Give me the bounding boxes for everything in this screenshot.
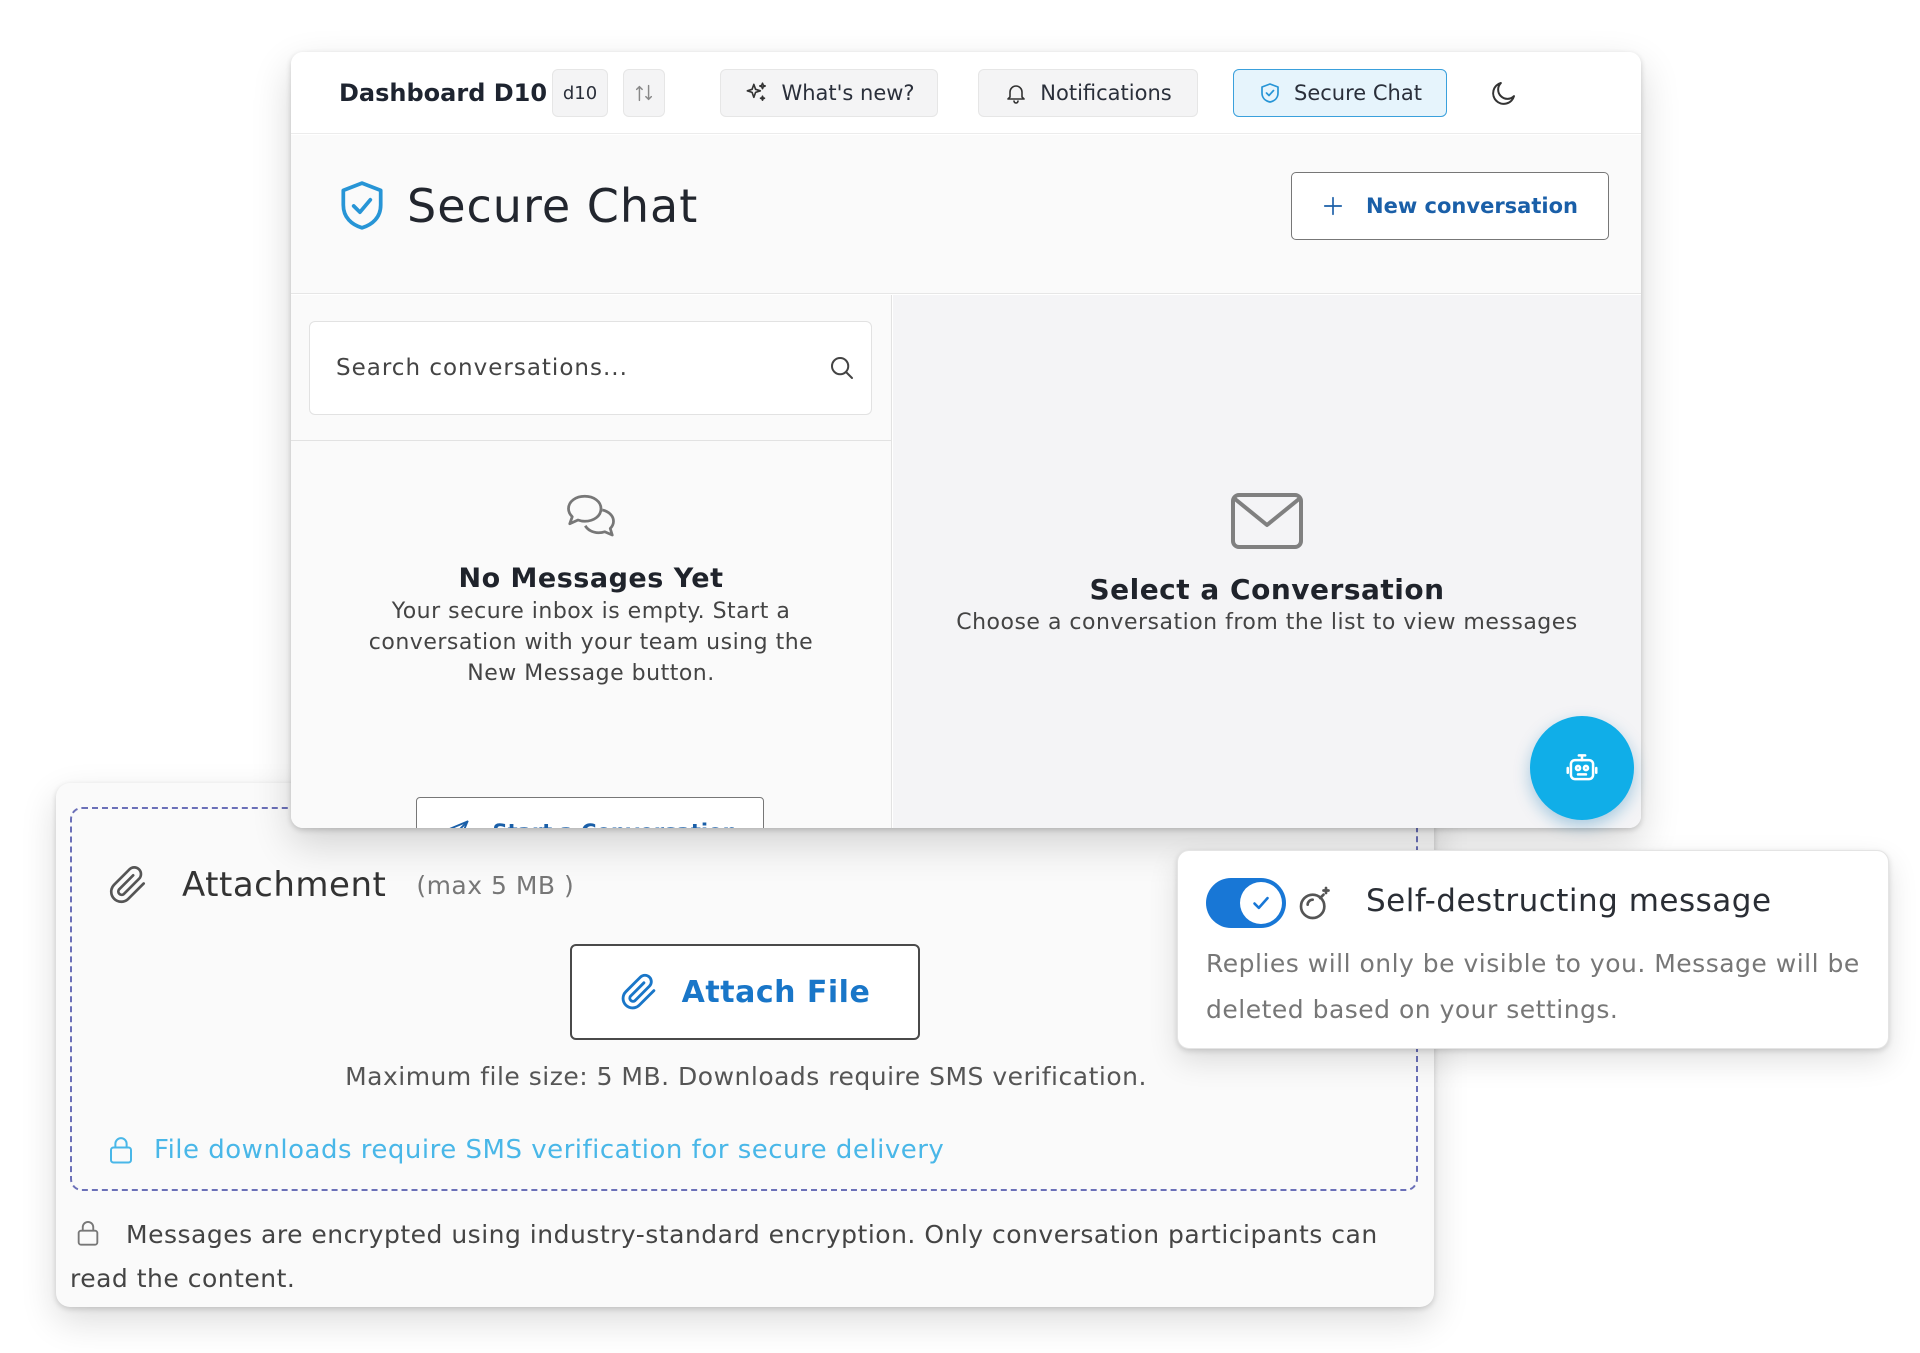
empty-conversations-state: No Messages Yet Your secure inbox is emp… [291, 485, 891, 689]
search-icon[interactable] [827, 353, 857, 383]
encryption-note: Messages are encrypted using industry-st… [70, 1213, 1410, 1301]
version-chip[interactable]: d10 [552, 69, 608, 117]
swap-icon [635, 84, 653, 102]
divider [291, 440, 891, 441]
self-destruct-description: Replies will only be visible to you. Mes… [1206, 949, 1860, 1024]
search-placeholder: Search conversations... [336, 355, 628, 381]
lock-icon [77, 1221, 99, 1246]
send-icon [449, 820, 468, 828]
top-navigation-bar: Dashboard D10 d10 What's new? Notificati… [291, 52, 1641, 134]
robot-icon [1566, 754, 1598, 781]
secure-chat-tab-label: Secure Chat [1294, 81, 1422, 105]
sms-verification-text: File downloads require SMS verification … [154, 1135, 945, 1165]
new-conversation-button[interactable]: New conversation [1291, 172, 1609, 240]
mail-icon [1231, 493, 1303, 549]
notifications-button[interactable]: Notifications [978, 69, 1198, 117]
self-destruct-card: Self-destructing message Replies will on… [1177, 850, 1889, 1049]
bell-icon [1007, 85, 1026, 104]
attachment-size-note: Maximum file size: 5 MB. Downloads requi… [345, 1062, 1147, 1091]
moon-icon[interactable] [1489, 78, 1519, 108]
attachment-header: Attachment (max 5 MB ) [108, 865, 574, 905]
plus-icon [1323, 196, 1343, 216]
secure-chat-window: Dashboard D10 d10 What's new? Notificati… [291, 52, 1641, 828]
paperclip-icon [621, 973, 655, 1010]
page-title-group: Secure Chat [337, 179, 698, 233]
self-destruct-toggle[interactable] [1206, 878, 1286, 928]
attach-file-button[interactable]: Attach File [570, 944, 920, 1040]
start-conversation-button[interactable]: Start a Conversation [416, 797, 764, 828]
sms-verification-note: File downloads require SMS verification … [108, 1135, 944, 1165]
toggle-knob [1240, 882, 1282, 924]
whats-new-button[interactable]: What's new? [720, 69, 938, 117]
conversation-list-panel: Search conversations... No Messages Yet … [291, 295, 892, 828]
search-input[interactable]: Search conversations... [309, 321, 872, 415]
lock-icon [110, 1137, 132, 1164]
page-header: Secure Chat New conversation [291, 135, 1641, 294]
swap-button[interactable] [623, 69, 665, 117]
shield-check-icon [341, 181, 383, 230]
conversation-detail-panel: Select a Conversation Choose a conversat… [893, 295, 1641, 828]
empty-conversations-title: No Messages Yet [458, 563, 724, 594]
select-conversation-title: Select a Conversation [1089, 573, 1445, 606]
chat-bubbles-icon [567, 494, 615, 537]
self-destruct-title: Self-destructing message [1366, 883, 1772, 919]
bomb-icon [1299, 886, 1330, 920]
assistant-button[interactable] [1530, 716, 1634, 820]
shield-check-icon [1261, 83, 1279, 103]
paperclip-icon [109, 866, 145, 904]
attachment-max-size: (max 5 MB ) [416, 870, 575, 900]
new-conversation-label: New conversation [1366, 194, 1578, 218]
page-title: Secure Chat [407, 179, 699, 233]
notifications-label: Notifications [1040, 81, 1172, 105]
start-conversation-label: Start a Conversation [493, 820, 738, 828]
sparkles-icon [746, 82, 767, 101]
version-chip-label: d10 [562, 82, 598, 104]
secure-chat-tab[interactable]: Secure Chat [1233, 69, 1447, 117]
attach-file-label: Attach File [681, 974, 871, 1010]
check-icon [1253, 896, 1269, 910]
no-conversation-selected-state: Select a Conversation Choose a conversat… [893, 491, 1641, 635]
select-conversation-description: Choose a conversation from the list to v… [956, 610, 1578, 635]
empty-conversations-description: Your secure inbox is empty. Start a conv… [368, 599, 814, 686]
dashboard-brand[interactable]: Dashboard D10 [339, 79, 547, 107]
whats-new-label: What's new? [781, 81, 915, 105]
encryption-note-text: Messages are encrypted using industry-st… [70, 1220, 1378, 1293]
attachment-title: Attachment [182, 865, 387, 905]
